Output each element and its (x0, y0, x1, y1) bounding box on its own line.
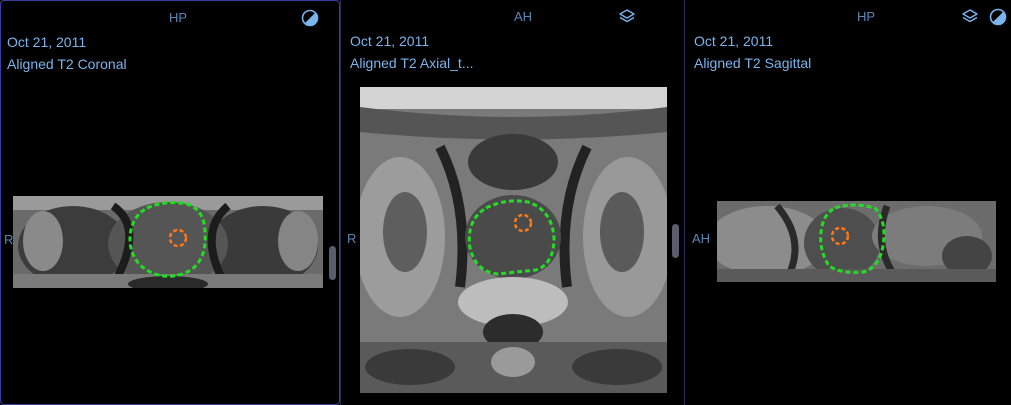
contrast-icon[interactable] (301, 9, 319, 27)
series-description: Aligned T2 Sagittal (694, 55, 812, 71)
lesion-contour (513, 213, 533, 233)
study-date: Oct 21, 2011 (694, 33, 774, 49)
series-description: Aligned T2 Coronal (7, 56, 127, 72)
orientation-marker-left: AH (692, 231, 711, 246)
study-date: Oct 21, 2011 (350, 33, 430, 49)
viewport-sagittal[interactable]: HP Oct 21, 2011 Aligned T2 Sagittal AH (685, 0, 1011, 405)
lesion-contour (168, 228, 188, 248)
layers-icon[interactable] (618, 8, 636, 26)
orientation-marker-top: AH (514, 9, 533, 24)
viewport-axial[interactable]: AH Oct 21, 2011 Aligned T2 Axial_t... R (340, 0, 685, 405)
study-date: Oct 21, 2011 (7, 34, 87, 50)
orientation-marker-top: HP (857, 9, 876, 24)
series-description: Aligned T2 Axial_t... (350, 55, 474, 71)
slice-scrollbar[interactable] (329, 246, 336, 280)
viewport-coronal[interactable]: HP Oct 21, 2011 Aligned T2 Coronal R (0, 0, 340, 405)
contrast-icon[interactable] (989, 8, 1007, 26)
slice-scrollbar[interactable] (672, 224, 679, 258)
orientation-marker-left: R (4, 232, 14, 247)
orientation-marker-top: HP (169, 10, 188, 25)
orientation-marker-left: R (347, 231, 357, 246)
gland-contour (819, 203, 886, 274)
gland-contour (467, 199, 556, 276)
layers-icon[interactable] (961, 8, 979, 26)
lesion-contour (830, 226, 850, 246)
